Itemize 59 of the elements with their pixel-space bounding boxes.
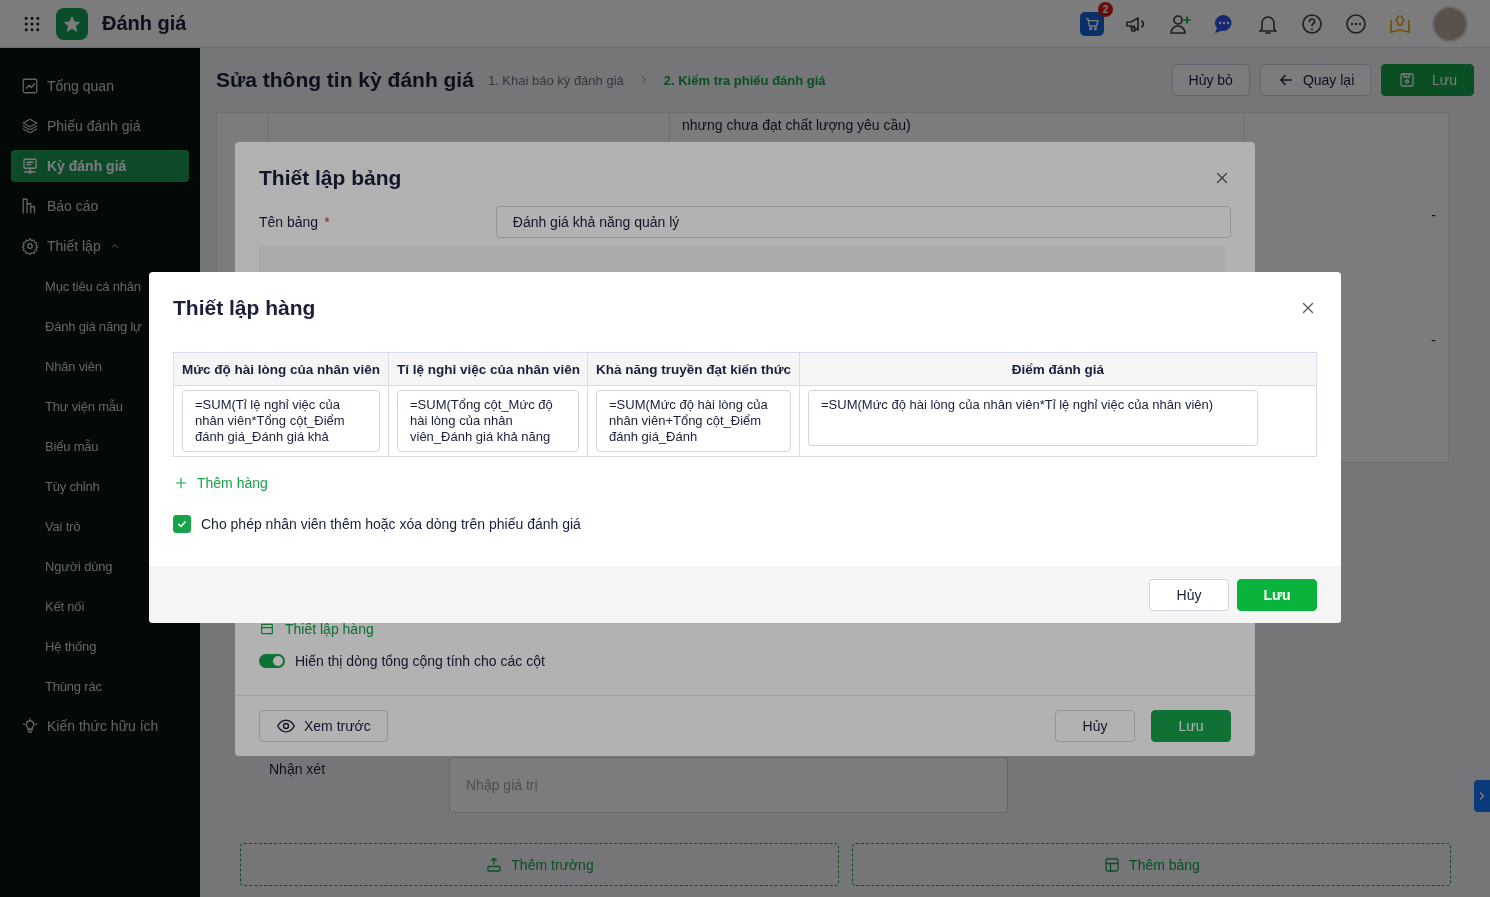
save-button[interactable]: Lưu <box>1237 578 1317 611</box>
empty-value: - <box>1431 207 1436 224</box>
sidebar-item[interactable]: Báo cáo <box>11 190 189 222</box>
cart-button[interactable] <box>1080 11 1104 36</box>
layers-icon <box>21 117 39 135</box>
sidebar-item[interactable]: Hệ thống <box>11 630 189 662</box>
sidebar-item[interactable]: Kỳ đánh giá <box>11 150 189 182</box>
cart-icon <box>1084 15 1100 32</box>
save-button[interactable]: Lưu <box>1151 710 1231 742</box>
formula-field[interactable]: =SUM(Tỉ lệ nghỉ việc của nhân viên*Tổng cột_Điểm đánh giá_Đánh giá khả <box>182 390 380 452</box>
empty-value: - <box>1431 331 1436 348</box>
field-label: Nhận xét <box>269 760 327 777</box>
settings-icon <box>21 237 39 255</box>
step-link[interactable]: 1. Khai báo kỳ đánh giá <box>487 72 624 88</box>
add-field-button[interactable]: Thêm trường <box>240 843 839 886</box>
page-title: Sửa thông tin kỳ đánh giá <box>216 68 474 92</box>
cancel-button[interactable]: Hủy <box>1055 710 1135 742</box>
formula-field[interactable]: =SUM(Mức độ hài lòng của nhân viên*Tỉ lệ nghỉ việc của nhân viên) <box>808 390 1258 446</box>
step-link[interactable]: 2. Kiểm tra phiếu đánh giá <box>663 72 826 88</box>
sidebar-item[interactable]: Thùng rác <box>11 670 189 702</box>
save-button[interactable]: Lưu <box>1381 64 1474 96</box>
sidebar-item[interactable]: Tổng quan <box>11 70 189 102</box>
formula-field[interactable]: =SUM(Tổng cột_Mức độ hài lòng của nhân viên_Đánh giá khả năng <box>397 390 579 452</box>
sidebar-item[interactable]: Thiết lập <box>11 230 189 262</box>
cancel-button[interactable]: Hủy <box>1149 578 1229 611</box>
toggle-label: Hiển thị dòng tổng cộng tính cho các cột <box>295 653 545 669</box>
chart-icon <box>21 77 39 95</box>
star-logo-icon <box>56 7 88 40</box>
checkbox[interactable] <box>173 515 191 533</box>
app-title: Đánh giá <box>102 12 187 35</box>
column-header: Khả năng truyền đạt kiến thức <box>587 352 800 386</box>
cancel-button[interactable]: Hủy bỏ <box>1171 64 1250 96</box>
field-label: Tên bảng <box>259 214 319 230</box>
sidebar-item[interactable]: Phiếu đánh giá <box>11 110 189 142</box>
row-settings-link[interactable]: Thiết lập hàng <box>259 621 374 637</box>
monitor-icon <box>21 157 39 175</box>
back-button[interactable]: Quay lại <box>1259 64 1372 96</box>
formula-field[interactable]: =SUM(Mức độ hài lòng của nhân viên+Tổng cột_Điểm đánh giá_Đánh <box>596 390 791 452</box>
checkmark-icon <box>176 518 188 530</box>
column-header: Điểm đánh giá <box>799 352 1317 386</box>
avatar[interactable] <box>1432 5 1468 42</box>
expand-handle[interactable] <box>1474 780 1490 812</box>
criteria-text: nhưng chưa đạt chất lượng yêu cầu) <box>682 117 911 133</box>
rows-icon <box>259 621 275 637</box>
add-table-button[interactable]: Thêm bảng <box>852 843 1451 886</box>
sidebar-item[interactable]: Kiến thức hữu ích <box>11 710 189 742</box>
lightbulb-icon <box>21 717 39 735</box>
notification-badge: 2 <box>1098 1 1113 17</box>
preview-button[interactable]: Xem trước <box>259 710 388 742</box>
column-header: Mức độ hài lòng của nhân viên <box>173 352 389 386</box>
dialog-title: Thiết lập bảng <box>259 166 402 190</box>
table-icon <box>1103 855 1122 874</box>
more-icon <box>1344 11 1368 36</box>
plus-icon <box>173 475 189 491</box>
toggle-switch[interactable] <box>259 654 285 668</box>
column-header: Tỉ lệ nghỉ việc của nhân viên <box>388 352 588 386</box>
table-name-field[interactable]: Đánh giá khả năng quản lý <box>495 206 1231 238</box>
help-icon <box>1300 11 1324 36</box>
add-field-icon <box>485 855 504 874</box>
